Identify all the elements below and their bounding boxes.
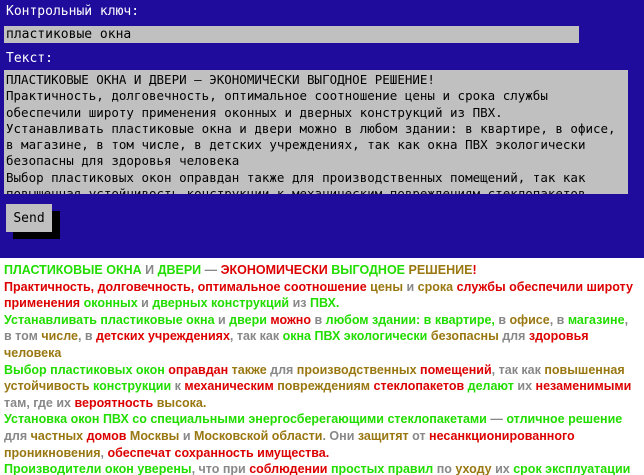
highlighted-text-segment: ПЛАСТИКОВЫЕ ОКНА — [4, 263, 142, 277]
result-paragraph: Устанавливать пластиковые окна и двери м… — [4, 312, 638, 362]
highlighted-text-segment: срок эксплуатации — [513, 462, 631, 475]
result-paragraph: Выбор пластиковых окон оправдан также дл… — [4, 362, 638, 412]
highlighted-text-segment: ПВХ. — [309, 296, 340, 311]
highlighted-text-segment: для — [4, 428, 31, 443]
highlighted-text-segment: , в — [549, 312, 568, 327]
highlighted-text-segment: уходу — [455, 462, 492, 475]
highlighted-text-segment: и — [137, 296, 153, 311]
highlighted-text-segment: стеклопакетов — [373, 379, 465, 394]
highlighted-text-segment: И — [141, 263, 158, 277]
highlighted-text-segment: любом здании: в квартире, — [325, 312, 495, 327]
highlighted-text-segment: окна ПВХ экологически — [282, 329, 428, 344]
highlighted-text-segment: там, где их — [4, 395, 75, 410]
highlighted-text-segment: числе — [41, 329, 78, 344]
highlighted-text-segment: ЭКОНОМИЧЕСКИ — [220, 263, 328, 277]
highlighted-text-segment: несанкционированного — [429, 428, 575, 443]
highlighted-text-segment: можно — [270, 312, 311, 327]
highlighted-text-segment: оконных — [83, 296, 138, 311]
result-paragraph: ПЛАСТИКОВЫЕ ОКНА И ДВЕРИ — ЭКОНОМИЧЕСКИ … — [4, 262, 638, 279]
highlighted-text-segment: оправдан — [168, 362, 229, 377]
highlighted-text-segment: частных — [30, 428, 84, 443]
highlighted-text-segment: Устанавливать пластиковые окна — [4, 312, 215, 327]
highlighted-text-segment: домов — [86, 428, 127, 443]
highlighted-text-segment: из — [289, 296, 310, 311]
highlighted-text-segment: дверных конструкций — [152, 296, 290, 311]
highlighted-text-segment: от — [408, 428, 430, 443]
highlighted-text-segment: ДВЕРИ — [157, 263, 202, 277]
highlighted-text-segment: в — [494, 312, 510, 327]
highlighted-text-segment: . Они — [322, 428, 358, 443]
highlighted-text-segment: отличное решение — [506, 412, 623, 427]
highlighted-text-segment: двери — [229, 312, 267, 327]
highlighted-text-segment: ! — [472, 263, 477, 277]
highlighted-text-segment: незаменимыми — [535, 379, 632, 394]
highlighted-text-segment: срока — [417, 279, 454, 294]
highlighted-text-segment: , в — [77, 329, 97, 344]
highlighted-text-segment: магазине — [567, 312, 625, 327]
highlighted-text-segment: для — [498, 329, 529, 344]
highlighted-text-segment: к — [171, 379, 185, 394]
highlighted-text-segment: офисе — [509, 312, 550, 327]
highlighted-text-segment: , что при — [191, 462, 250, 475]
highlighted-text-segment: Московской области — [194, 428, 323, 443]
result-panel: ПЛАСТИКОВЫЕ ОКНА И ДВЕРИ — ЭКОНОМИЧЕСКИ … — [0, 258, 644, 475]
highlighted-text-segment: ВЫГОДНОЕ — [331, 263, 406, 277]
highlighted-text-segment: высока. — [156, 395, 207, 410]
highlighted-text-segment: повреждениям — [277, 379, 371, 394]
highlighted-text-segment: вероятность — [74, 395, 154, 410]
key-label: Контрольный ключ: — [6, 4, 140, 19]
highlighted-text-segment: делают — [467, 379, 514, 394]
highlighted-text-segment: здоровья — [528, 329, 589, 344]
highlighted-text-segment: производственных — [296, 362, 417, 377]
highlighted-text-segment: детских учреждениях — [96, 329, 230, 344]
result-paragraph: Практичность, долговечность, оптимальное… — [4, 279, 638, 312]
highlighted-text-segment: проникновения — [4, 445, 101, 460]
highlighted-text-segment: механическим — [184, 379, 274, 394]
highlighted-text-segment: Москвы — [129, 428, 180, 443]
highlighted-text-segment: в — [311, 312, 326, 327]
highlighted-text-segment: Практичность, долговечность, оптимальное… — [4, 279, 367, 294]
highlighted-text-segment: их — [491, 462, 514, 475]
highlighted-text-segment: человека — [4, 345, 62, 360]
highlighted-text-segment: соблюдении — [249, 462, 328, 475]
highlighted-text-segment: и — [214, 312, 230, 327]
highlighted-text-segment: РЕШЕНИЕ — [408, 263, 473, 277]
highlighted-text-segment: также — [231, 362, 267, 377]
text-label: Текст: — [6, 51, 53, 66]
key-input[interactable] — [4, 26, 579, 43]
highlighted-text-segment: и — [179, 428, 194, 443]
highlighted-text-segment: конструкции — [93, 379, 172, 394]
highlighted-text-segment: их — [513, 379, 536, 394]
highlighted-text-segment: защитят — [357, 428, 409, 443]
highlighted-text-segment: Выбор пластиковых окон — [4, 362, 165, 377]
highlighted-text-segment: — — [201, 263, 221, 277]
text-input[interactable]: ПЛАСТИКОВЫЕ ОКНА И ДВЕРИ — ЭКОНОМИЧЕСКИ … — [4, 70, 628, 194]
highlighted-text-segment: для — [266, 362, 297, 377]
highlighted-text-segment: и — [403, 279, 418, 294]
highlighted-text-segment: помещений — [420, 362, 492, 377]
highlighted-text-segment: , так как — [491, 362, 545, 377]
result-paragraph: Производители окон уверены, что при собл… — [4, 461, 638, 475]
highlighted-text-segment: цены — [370, 279, 404, 294]
highlighted-text-segment: — — [486, 412, 507, 427]
send-button[interactable]: Send — [6, 204, 52, 232]
highlighted-text-segment: Производители окон уверены — [4, 462, 192, 475]
highlighted-text-segment: безопасны — [430, 329, 499, 344]
highlighted-text-segment: Установка окон ПВХ со специальными энерг… — [4, 412, 487, 427]
highlighted-text-segment: обеспечат сохранность имущества. — [107, 445, 330, 460]
result-paragraph: Установка окон ПВХ со специальными энерг… — [4, 411, 638, 461]
highlighted-text-segment: простых правил — [330, 462, 434, 475]
highlighted-text-segment: , так как — [229, 329, 283, 344]
highlighted-text-segment: по — [433, 462, 456, 475]
